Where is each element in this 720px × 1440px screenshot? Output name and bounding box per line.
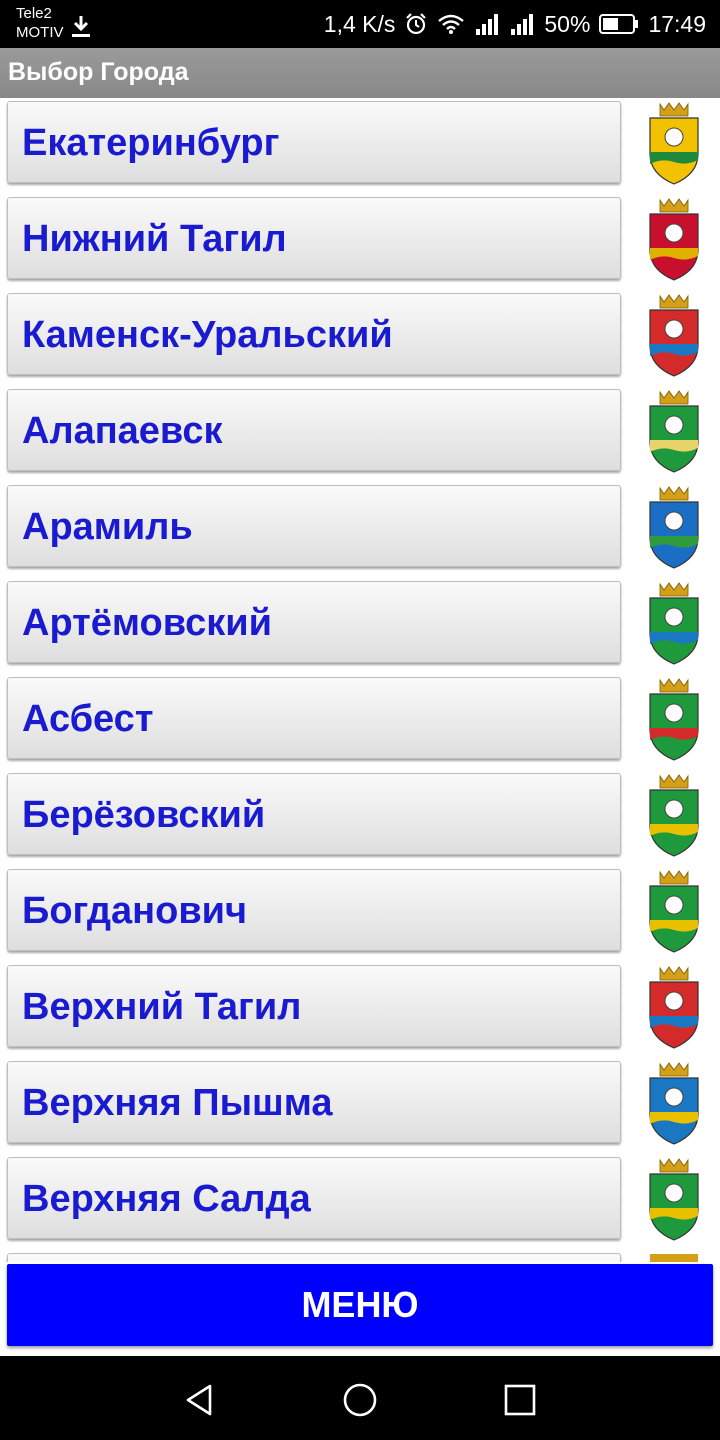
city-button[interactable]: Каменск-Уральский <box>7 293 621 375</box>
city-name: Верхняя Пышма <box>22 1082 333 1124</box>
city-name: Берёзовский <box>22 794 266 836</box>
recents-icon[interactable] <box>502 1382 538 1418</box>
city-name: Богданович <box>22 890 248 932</box>
network-speed: 1,4 K/s <box>323 10 396 37</box>
page-title: Выбор Города <box>8 58 189 86</box>
kamensk-uralsky-crest-icon <box>649 294 699 377</box>
signal-icon <box>476 14 499 35</box>
city-name: Артёмовский <box>22 602 273 644</box>
city-row[interactable]: Верхняя Салда <box>0 1154 720 1250</box>
status-bar: Tele2 MOTIV 1,4 K/s 50% 17:49 <box>0 0 720 48</box>
back-icon[interactable] <box>182 1382 218 1418</box>
carrier-line1: Tele2 <box>16 5 52 22</box>
city-name: Верхняя Салда <box>22 1178 311 1220</box>
city-row[interactable]: Екатеринбург <box>0 98 720 194</box>
city-button[interactable]: Екатеринбург <box>7 101 621 183</box>
carrier-label: Tele2 MOTIV <box>16 4 64 42</box>
city-row[interactable]: Алапаевск <box>0 386 720 482</box>
verkhny-tagil-crest-icon <box>649 966 699 1049</box>
verkhnyaya-salda-crest-icon <box>649 1158 699 1241</box>
city-name: Алапаевск <box>22 410 223 452</box>
beryozovsky-crest-icon <box>649 774 699 857</box>
city-button[interactable]: Артёмовский <box>7 581 621 663</box>
battery-icon <box>599 14 639 34</box>
alapaevsk-crest-icon <box>649 390 699 473</box>
status-icons: 1,4 K/s 50% 17:49 <box>324 0 706 48</box>
artyomovsky-crest-icon <box>649 582 699 665</box>
nizhny-tagil-crest-icon <box>649 198 699 281</box>
crown-icon <box>650 1254 698 1262</box>
carrier-line2: MOTIV <box>16 24 64 41</box>
city-button[interactable]: Алапаевск <box>7 389 621 471</box>
clock: 17:49 <box>648 10 706 37</box>
city-button[interactable] <box>7 1253 621 1262</box>
city-row[interactable]: Верхняя Пышма <box>0 1058 720 1154</box>
bogdanovich-crest-icon <box>649 870 699 953</box>
yekaterinburg-crest-icon <box>649 102 699 185</box>
alarm-icon <box>406 13 427 35</box>
menu-button-label: МЕНЮ <box>301 1284 419 1325</box>
verkhnyaya-pyshma-crest-icon <box>649 1062 699 1145</box>
signal-icon-2 <box>511 14 534 35</box>
asbest-crest-icon <box>649 678 699 761</box>
city-button[interactable]: Арамиль <box>7 485 621 567</box>
city-name: Нижний Тагил <box>22 218 287 260</box>
menu-button[interactable]: МЕНЮ <box>7 1264 713 1346</box>
city-button[interactable]: Нижний Тагил <box>7 197 621 279</box>
aramil-crest-icon <box>649 486 699 569</box>
city-button[interactable]: Берёзовский <box>7 773 621 855</box>
city-row[interactable]: Верхний Тагил <box>0 962 720 1058</box>
city-name: Асбест <box>22 698 154 740</box>
city-row[interactable] <box>0 1250 720 1262</box>
navigation-bar <box>0 1356 720 1440</box>
city-row[interactable]: Каменск-Уральский <box>0 290 720 386</box>
city-button[interactable]: Верхняя Пышма <box>7 1061 621 1143</box>
city-button[interactable]: Верхняя Салда <box>7 1157 621 1239</box>
city-row[interactable]: Арамиль <box>0 482 720 578</box>
title-bar: Выбор Города <box>0 48 720 98</box>
city-name: Верхний Тагил <box>22 986 302 1028</box>
city-name: Арамиль <box>22 506 193 548</box>
battery-percent: 50% <box>544 10 591 37</box>
wifi-icon <box>438 14 465 34</box>
city-row[interactable]: Нижний Тагил <box>0 194 720 290</box>
city-name: Екатеринбург <box>22 122 280 164</box>
city-button[interactable]: Верхний Тагил <box>7 965 621 1047</box>
home-icon[interactable] <box>342 1382 378 1418</box>
download-icon <box>72 16 90 37</box>
city-button[interactable]: Богданович <box>7 869 621 951</box>
city-list[interactable]: Екатеринбург Нижний Тагил Каменск-Уральски… <box>0 98 720 1262</box>
city-name: Каменск-Уральский <box>22 314 393 356</box>
city-row[interactable]: Богданович <box>0 866 720 962</box>
city-row[interactable]: Артёмовский <box>0 578 720 674</box>
city-row[interactable]: Асбест <box>0 674 720 770</box>
city-button[interactable]: Асбест <box>7 677 621 759</box>
city-row[interactable]: Берёзовский <box>0 770 720 866</box>
